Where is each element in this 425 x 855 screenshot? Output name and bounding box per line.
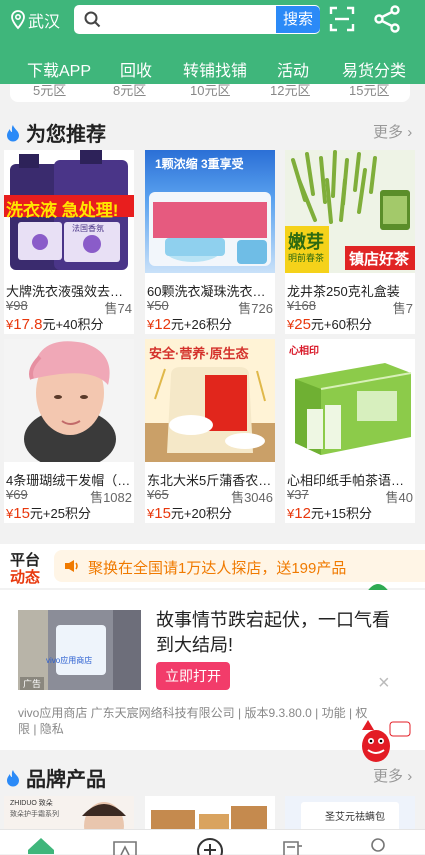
- original-price: ¥37: [287, 487, 309, 502]
- tier-8[interactable]: 8元区: [113, 84, 146, 99]
- search-icon: [84, 11, 101, 28]
- product-image: 嫩芽 明前春茶 镇店好茶: [285, 150, 415, 273]
- speaker-icon: [65, 560, 78, 572]
- section-title-brands: 品牌产品: [6, 763, 106, 792]
- flame-icon: [7, 124, 19, 141]
- sold-count: 售40: [385, 490, 413, 505]
- open-app-button[interactable]: 立即打开: [156, 662, 230, 690]
- nav-shop-transfer[interactable]: 转铺找铺: [183, 57, 247, 81]
- product-image: 安全·营养·原生态: [145, 339, 275, 462]
- profile-icon[interactable]: [368, 838, 388, 855]
- product-card[interactable]: 安全·营养·原生态 东北大米5斤蒲香农… ¥65 售3046 ¥15元+20积分: [145, 339, 275, 523]
- search-button[interactable]: 搜索: [276, 6, 320, 33]
- original-price: ¥65: [147, 487, 169, 502]
- mascot-floating-icon[interactable]: [354, 716, 412, 770]
- deal-price: ¥17.8元+40积分: [6, 316, 104, 333]
- platform-news-bar[interactable]: 平台 动态 聚换在全国请1万达人探店，送199产品: [0, 544, 425, 588]
- product-image: 洗衣液 急处理! 法国香氛: [4, 150, 134, 273]
- sold-count: 售74: [104, 301, 132, 316]
- chevron-right-icon: ›: [407, 768, 413, 785]
- sold-count: 售1082: [90, 490, 132, 505]
- sold-count: 售7: [392, 301, 413, 316]
- nav-barter-categories[interactable]: 易货分类: [342, 57, 406, 81]
- deal-price: ¥15元+20积分: [147, 505, 232, 522]
- nav-activities[interactable]: 活动: [277, 57, 309, 81]
- ad-meta: vivo应用商店 广东天宸网络科技有限公司 | 版本9.3.80.0 | 功能 …: [18, 706, 368, 736]
- tier-10[interactable]: 10元区: [190, 84, 230, 99]
- ad-app-name: vivo应用商店: [46, 656, 93, 665]
- more-link-brands[interactable]: 更多 ›: [373, 765, 412, 786]
- home-icon[interactable]: [28, 838, 54, 854]
- deal-price: ¥12元+26积分: [147, 316, 232, 333]
- product-card[interactable]: 嫩芽 明前春茶 镇店好茶 龙井茶250克礼盒装 ¥168 售7 ¥25元+60积…: [285, 150, 415, 334]
- top-nav: 下载APP 回收 转铺找铺 活动 易货分类: [0, 50, 425, 82]
- flame-icon: [7, 769, 19, 786]
- news-message: 聚换在全国请1万达人探店，送199产品: [88, 560, 347, 577]
- close-icon[interactable]: ×: [378, 672, 390, 695]
- product-image: 心相印: [285, 339, 415, 462]
- ad-headline: 故事情节跌宕起伏，一口气看到大结局!: [156, 610, 390, 655]
- deal-price: ¥12元+15积分: [287, 505, 372, 522]
- tier-12[interactable]: 12元区: [270, 84, 310, 99]
- product-card[interactable]: 洗衣液 急处理! 法国香氛 大牌洗衣液强效去污… ¥98 售74 ¥17.8元+…: [4, 150, 134, 334]
- tier-5[interactable]: 5元区: [33, 84, 66, 99]
- product-image: 1颗浓缩 3重享受: [145, 150, 275, 273]
- location-pin-icon: [11, 10, 25, 30]
- location-label: 武汉: [28, 14, 61, 31]
- share-icon[interactable]: [372, 4, 402, 34]
- orders-icon[interactable]: [282, 840, 304, 855]
- original-price: ¥69: [6, 487, 28, 502]
- deal-price: ¥15元+25积分: [6, 505, 91, 522]
- plus-circle-icon[interactable]: [196, 837, 224, 855]
- category-icon[interactable]: [112, 840, 138, 855]
- section-title-recommend: 为您推荐: [6, 118, 106, 147]
- tier-15[interactable]: 15元区: [349, 84, 389, 99]
- nav-recycle[interactable]: 回收: [120, 57, 152, 81]
- sold-count: 售726: [238, 301, 273, 316]
- more-link-recommend[interactable]: 更多 ›: [373, 121, 412, 142]
- original-price: ¥50: [147, 298, 169, 313]
- sold-count: 售3046: [231, 490, 273, 505]
- news-label-2: 动态: [10, 569, 41, 586]
- product-card[interactable]: 4条珊瑚绒干发帽（… ¥69 售1082 ¥15元+25积分: [4, 339, 134, 523]
- scan-icon[interactable]: [328, 5, 356, 33]
- product-image: [4, 339, 134, 462]
- original-price: ¥98: [6, 298, 28, 313]
- nav-download-app[interactable]: 下载APP: [27, 57, 91, 81]
- bottom-nav: [0, 829, 425, 855]
- news-strip: 聚换在全国请1万达人探店，送199产品: [54, 550, 425, 582]
- product-card[interactable]: 心相印 心相印纸手帕茶语丝… ¥37 售40 ¥12元+15积分: [285, 339, 415, 523]
- original-price: ¥168: [287, 298, 316, 313]
- chevron-right-icon: ›: [407, 124, 413, 141]
- product-card[interactable]: 1颗浓缩 3重享受 60颗洗衣凝珠洗衣液… ¥50 售726 ¥12元+26积分: [145, 150, 275, 334]
- price-tier-strip: 5元区 8元区 10元区 12元区 15元区: [10, 84, 410, 102]
- top-bar: 武汉 搜索 下载APP 回收 转铺找铺 活动 易货分类: [0, 0, 425, 84]
- ad-tag: 广告: [20, 677, 45, 690]
- deal-price: ¥25元+60积分: [287, 316, 372, 333]
- location-selector[interactable]: 武汉: [10, 9, 60, 31]
